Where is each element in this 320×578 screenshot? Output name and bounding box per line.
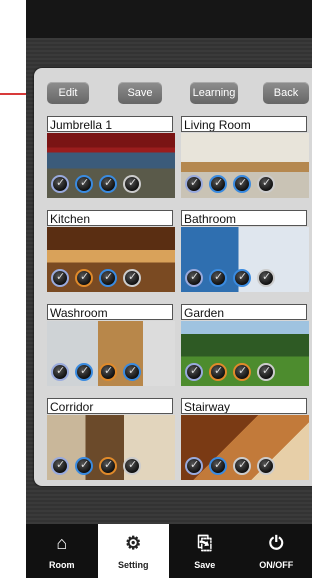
light-dial[interactable] xyxy=(75,269,93,287)
light-dial[interactable] xyxy=(257,269,275,287)
tab-label: Room xyxy=(49,560,75,570)
edit-button[interactable]: Edit xyxy=(47,82,89,104)
room-name: Kitchen xyxy=(47,210,173,226)
light-dial[interactable] xyxy=(99,457,117,475)
room-photo xyxy=(181,227,309,292)
light-dial[interactable] xyxy=(123,363,141,381)
tab-label: ON/OFF xyxy=(259,560,294,570)
room-photo xyxy=(47,133,175,198)
light-dial[interactable] xyxy=(75,363,93,381)
save-button[interactable]: Save xyxy=(118,82,162,104)
light-dial[interactable] xyxy=(75,457,93,475)
save-icon: ⎘ xyxy=(197,533,212,553)
room-name: Garden xyxy=(181,304,307,320)
room-photo xyxy=(181,133,309,198)
app-screen: Edit Save Learning Back Jumbrella 1 Livi… xyxy=(26,0,312,578)
light-dial[interactable] xyxy=(257,457,275,475)
room-tile-corridor[interactable]: Corridor xyxy=(47,398,175,480)
room-photo xyxy=(181,321,309,386)
status-bar xyxy=(26,0,312,38)
light-dial[interactable] xyxy=(257,363,275,381)
room-tile-umbrella[interactable]: Jumbrella 1 xyxy=(47,116,175,198)
tab-on-off[interactable]: ⏻ ON/OFF xyxy=(241,524,313,578)
room-photo xyxy=(47,321,175,386)
room-tile-garden[interactable]: Garden xyxy=(181,304,309,386)
light-dial[interactable] xyxy=(51,363,69,381)
light-dial[interactable] xyxy=(51,269,69,287)
room-tile-living-room[interactable]: Living Room xyxy=(181,116,309,198)
room-tile-washroom[interactable]: Washroom xyxy=(47,304,175,386)
light-dial[interactable] xyxy=(123,175,141,193)
light-dial[interactable] xyxy=(51,457,69,475)
bottom-tab-bar: ⌂ Room ⚙ Setting ⎘ Save ⏻ ON/OFF xyxy=(26,524,312,578)
room-tile-kitchen[interactable]: Kitchen xyxy=(47,210,175,292)
home-icon: ⌂ xyxy=(56,533,68,553)
light-dial[interactable] xyxy=(185,175,203,193)
light-dial[interactable] xyxy=(209,269,227,287)
light-dial[interactable] xyxy=(99,175,117,193)
light-dial[interactable] xyxy=(99,363,117,381)
room-name: Stairway xyxy=(181,398,307,414)
room-name: Living Room xyxy=(181,116,307,132)
light-dial[interactable] xyxy=(209,363,227,381)
room-photo xyxy=(181,415,309,480)
room-tile-stairway[interactable]: Stairway xyxy=(181,398,309,480)
room-name: Bathroom xyxy=(181,210,307,226)
light-dial[interactable] xyxy=(123,269,141,287)
room-name: Jumbrella 1 xyxy=(47,116,173,132)
light-dial[interactable] xyxy=(185,363,203,381)
room-photo xyxy=(47,227,175,292)
light-dial[interactable] xyxy=(51,175,69,193)
light-dial[interactable] xyxy=(185,457,203,475)
light-dial[interactable] xyxy=(209,457,227,475)
tab-setting[interactable]: ⚙ Setting xyxy=(97,524,169,578)
light-dial[interactable] xyxy=(99,269,117,287)
room-photo xyxy=(47,415,175,480)
room-name: Washroom xyxy=(47,304,173,320)
tab-save[interactable]: ⎘ Save xyxy=(169,524,241,578)
tab-label: Save xyxy=(194,560,216,570)
light-dial[interactable] xyxy=(209,175,227,193)
light-dial[interactable] xyxy=(123,457,141,475)
light-dial[interactable] xyxy=(233,363,251,381)
room-name: Corridor xyxy=(47,398,173,414)
back-button[interactable]: Back xyxy=(263,82,309,104)
light-dial[interactable] xyxy=(257,175,275,193)
light-dial[interactable] xyxy=(233,269,251,287)
room-tile-bathroom[interactable]: Bathroom xyxy=(181,210,309,292)
learning-button[interactable]: Learning xyxy=(190,82,238,104)
light-dial[interactable] xyxy=(185,269,203,287)
light-dial[interactable] xyxy=(233,457,251,475)
gear-icon: ⚙ xyxy=(125,533,142,553)
power-icon: ⏻ xyxy=(269,533,284,553)
tab-room[interactable]: ⌂ Room xyxy=(26,524,98,578)
light-dial[interactable] xyxy=(233,175,251,193)
tab-label: Setting xyxy=(118,560,149,570)
light-dial[interactable] xyxy=(75,175,93,193)
